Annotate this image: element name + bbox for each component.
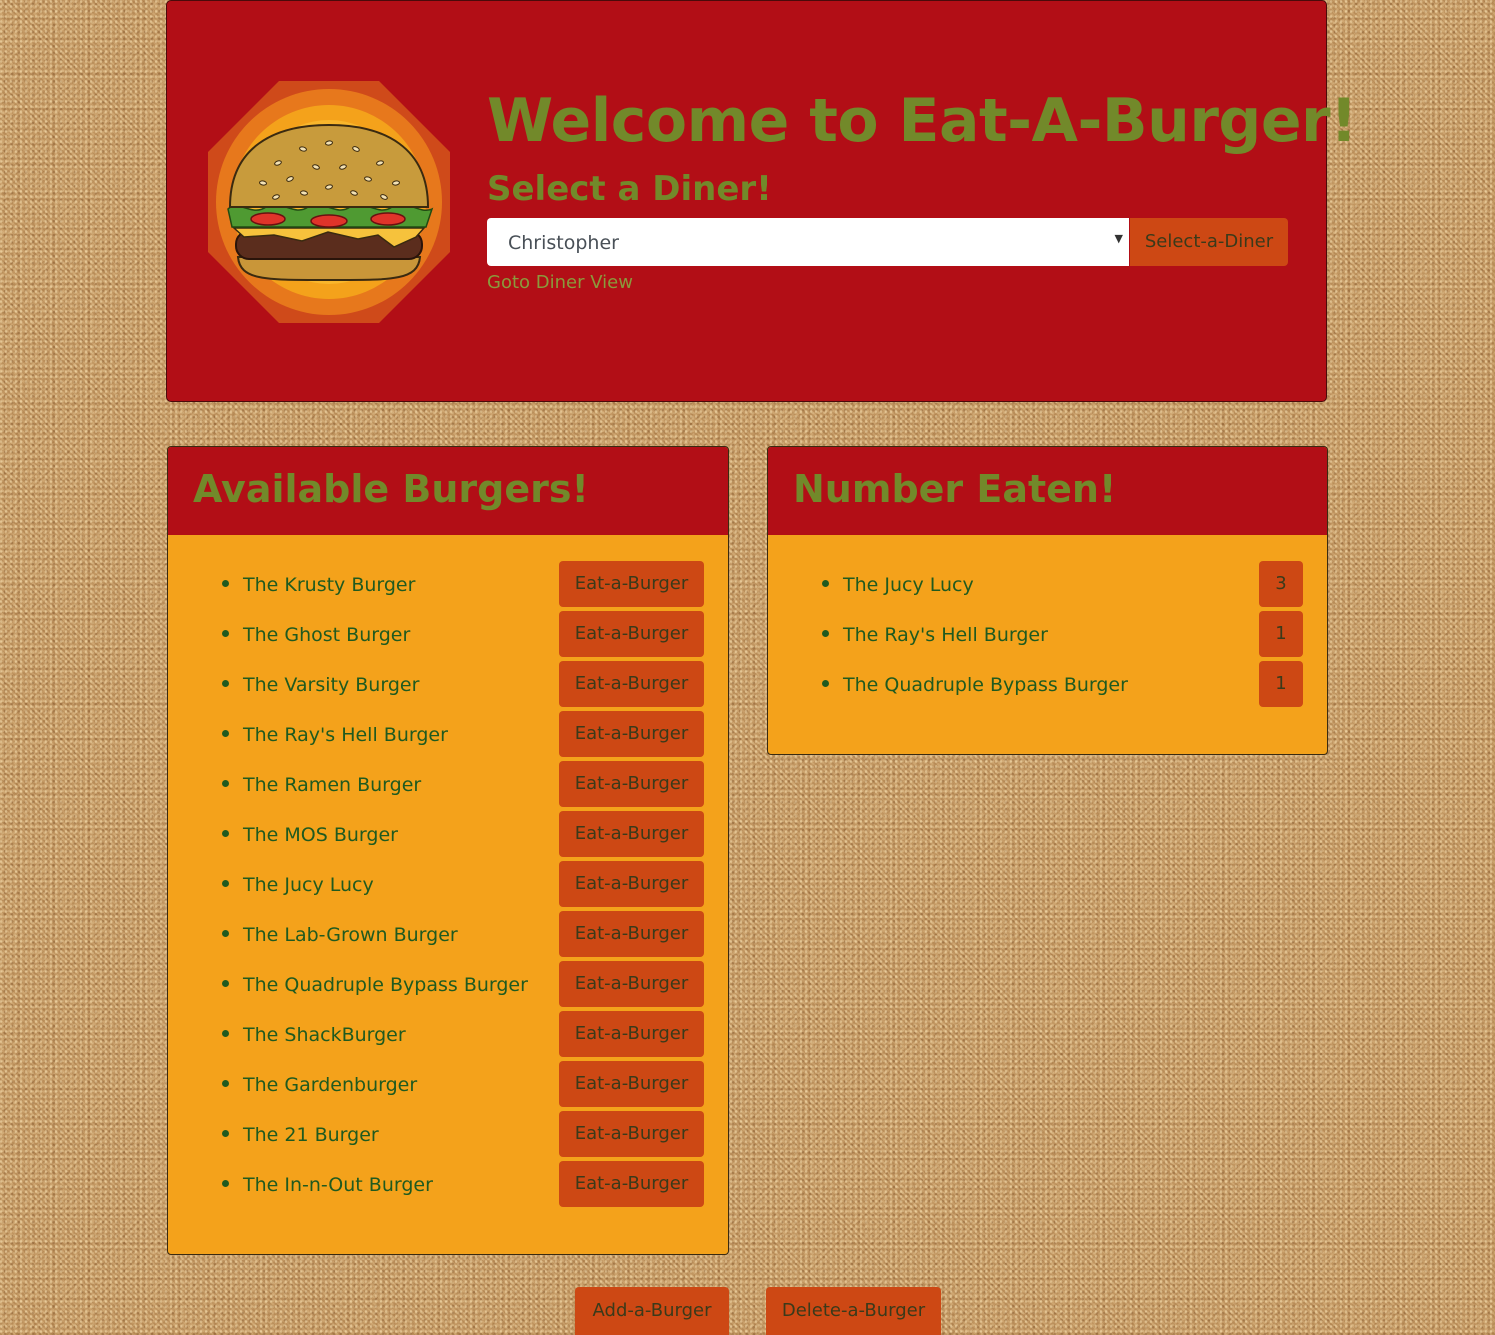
- number-eaten-title: Number Eaten!: [793, 467, 1117, 511]
- burger-list-item: The Gardenburger Eat-a-Burger: [168, 1060, 728, 1110]
- burger-list-item: The ShackBurger Eat-a-Burger: [168, 1010, 728, 1060]
- eat-burger-button[interactable]: Eat-a-Burger: [559, 911, 704, 957]
- bullet-icon: [822, 680, 829, 687]
- burger-logo-icon: [208, 81, 450, 323]
- bullet-icon: [822, 580, 829, 587]
- bullet-icon: [222, 980, 229, 987]
- eat-burger-button[interactable]: Eat-a-Burger: [559, 961, 704, 1007]
- eat-burger-button[interactable]: Eat-a-Burger: [559, 1161, 704, 1207]
- bullet-icon: [222, 1080, 229, 1087]
- eat-burger-button[interactable]: Eat-a-Burger: [559, 1011, 704, 1057]
- burger-list-item: The Lab-Grown Burger Eat-a-Burger: [168, 910, 728, 960]
- eat-burger-button[interactable]: Eat-a-Burger: [559, 811, 704, 857]
- eaten-burger-name: The Quadruple Bypass Burger: [843, 674, 1128, 696]
- burger-name: The MOS Burger: [243, 824, 398, 846]
- burger-name: The Ray's Hell Burger: [243, 724, 448, 746]
- eaten-count-badge: 1: [1259, 611, 1303, 657]
- diner-select[interactable]: Christopher ▼: [487, 218, 1129, 266]
- burger-name: The ShackBurger: [243, 1024, 406, 1046]
- eaten-list-item: The Quadruple Bypass Burger 1: [768, 660, 1327, 710]
- delete-burger-button[interactable]: Delete-a-Burger: [766, 1287, 941, 1335]
- burger-list-item: The Jucy Lucy Eat-a-Burger: [168, 860, 728, 910]
- burger-name: The Quadruple Bypass Burger: [243, 974, 528, 996]
- available-burgers-title: Available Burgers!: [193, 467, 589, 511]
- eat-burger-button[interactable]: Eat-a-Burger: [559, 611, 704, 657]
- eaten-burgers-list: The Jucy Lucy 3 The Ray's Hell Burger 1 …: [768, 560, 1327, 710]
- bullet-icon: [222, 830, 229, 837]
- available-burgers-card: Available Burgers! The Krusty Burger Eat…: [167, 446, 729, 1255]
- header-jumbotron: Welcome to Eat-A-Burger! Select a Diner!…: [166, 0, 1358, 402]
- number-eaten-card: Number Eaten! The Jucy Lucy 3 The Ray's …: [767, 446, 1328, 755]
- burger-list-item: The In-n-Out Burger Eat-a-Burger: [168, 1160, 728, 1210]
- eaten-count-badge: 3: [1259, 561, 1303, 607]
- burger-name: The 21 Burger: [243, 1124, 379, 1146]
- bullet-icon: [222, 1130, 229, 1137]
- diner-select-value: Christopher: [508, 232, 619, 254]
- burger-name: The Ghost Burger: [243, 624, 411, 646]
- eat-burger-button[interactable]: Eat-a-Burger: [559, 861, 704, 907]
- select-diner-button[interactable]: Select-a-Diner: [1130, 218, 1288, 266]
- bullet-icon: [222, 730, 229, 737]
- burger-list-item: The Quadruple Bypass Burger Eat-a-Burger: [168, 960, 728, 1010]
- burger-list-item: The Varsity Burger Eat-a-Burger: [168, 660, 728, 710]
- bullet-icon: [222, 630, 229, 637]
- eat-burger-button[interactable]: Eat-a-Burger: [559, 761, 704, 807]
- burger-name: The Varsity Burger: [243, 674, 420, 696]
- burger-name: The Krusty Burger: [243, 574, 416, 596]
- eat-burger-button[interactable]: Eat-a-Burger: [559, 1061, 704, 1107]
- bullet-icon: [222, 780, 229, 787]
- bullet-icon: [222, 680, 229, 687]
- eat-burger-button[interactable]: Eat-a-Burger: [559, 711, 704, 757]
- bullet-icon: [222, 1180, 229, 1187]
- eat-burger-button[interactable]: Eat-a-Burger: [559, 661, 704, 707]
- burger-name: The In-n-Out Burger: [243, 1174, 433, 1196]
- caret-down-icon: ▼: [1114, 232, 1123, 245]
- burger-list-item: The Ramen Burger Eat-a-Burger: [168, 760, 728, 810]
- burger-name: The Jucy Lucy: [243, 874, 374, 896]
- burger-name: The Lab-Grown Burger: [243, 924, 458, 946]
- burger-list-item: The 21 Burger Eat-a-Burger: [168, 1110, 728, 1160]
- page-title: Welcome to Eat-A-Burger!: [487, 86, 1358, 156]
- select-diner-heading: Select a Diner!: [487, 169, 772, 209]
- bullet-icon: [222, 580, 229, 587]
- bullet-icon: [822, 630, 829, 637]
- burger-list-item: The Ray's Hell Burger Eat-a-Burger: [168, 710, 728, 760]
- add-burger-button[interactable]: Add-a-Burger: [575, 1287, 729, 1335]
- bullet-icon: [222, 930, 229, 937]
- available-burgers-list: The Krusty Burger Eat-a-Burger The Ghost…: [168, 560, 728, 1210]
- number-eaten-header: Number Eaten!: [768, 447, 1327, 535]
- eaten-burger-name: The Ray's Hell Burger: [843, 624, 1048, 646]
- available-burgers-header: Available Burgers!: [168, 447, 728, 535]
- eaten-list-item: The Jucy Lucy 3: [768, 560, 1327, 610]
- goto-diner-view-link[interactable]: Goto Diner View: [487, 271, 633, 295]
- eaten-burger-name: The Jucy Lucy: [843, 574, 974, 596]
- burger-name: The Ramen Burger: [243, 774, 422, 796]
- eat-burger-button[interactable]: Eat-a-Burger: [559, 561, 704, 607]
- burger-list-item: The Krusty Burger Eat-a-Burger: [168, 560, 728, 610]
- burger-list-item: The MOS Burger Eat-a-Burger: [168, 810, 728, 860]
- eaten-list-item: The Ray's Hell Burger 1: [768, 610, 1327, 660]
- burger-list-item: The Ghost Burger Eat-a-Burger: [168, 610, 728, 660]
- burger-name: The Gardenburger: [243, 1074, 418, 1096]
- eaten-count-badge: 1: [1259, 661, 1303, 707]
- bullet-icon: [222, 880, 229, 887]
- bullet-icon: [222, 1030, 229, 1037]
- eat-burger-button[interactable]: Eat-a-Burger: [559, 1111, 704, 1157]
